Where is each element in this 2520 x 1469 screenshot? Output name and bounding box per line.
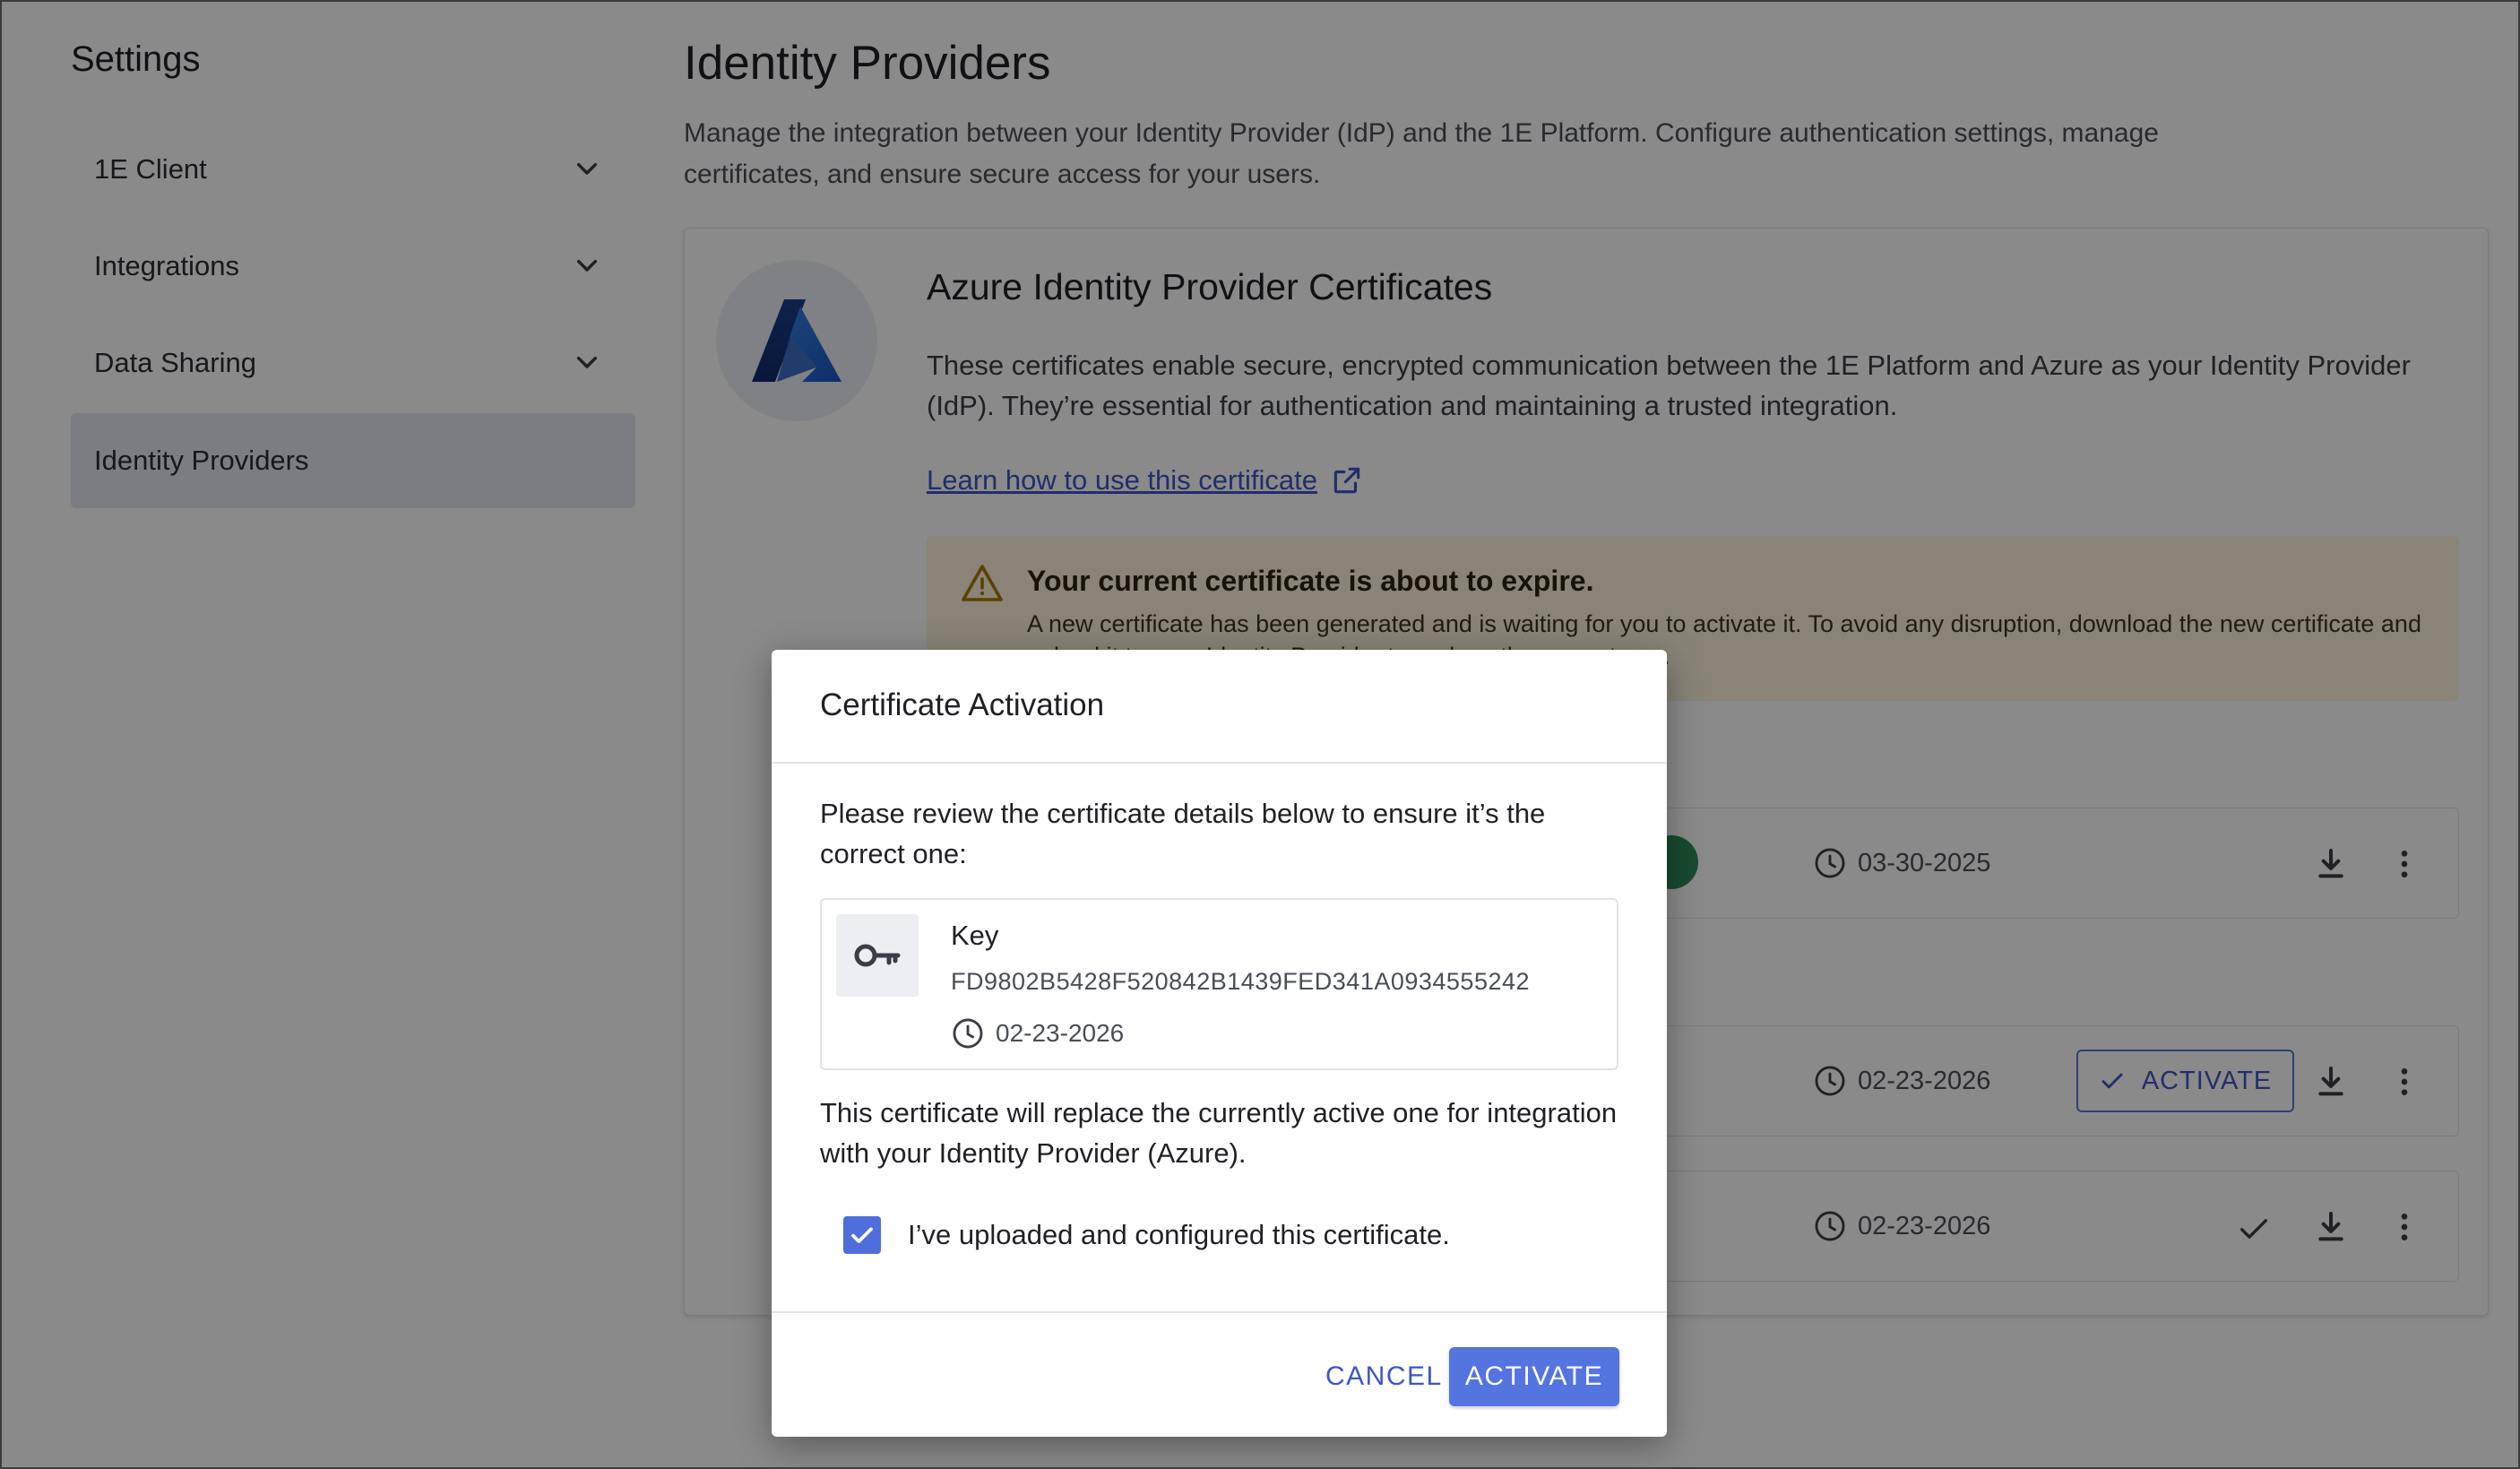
confirm-checkbox-label: I’ve uploaded and configured this certif…: [908, 1219, 1450, 1250]
dialog-replace-text: This certificate will replace the curren…: [820, 1097, 1618, 1169]
certificate-date: 02-23-2026: [951, 1016, 1124, 1050]
dialog-divider: [772, 762, 1667, 764]
confirm-checkbox[interactable]: [843, 1216, 881, 1254]
dialog-title: Certificate Activation: [820, 687, 1105, 722]
cancel-button[interactable]: CANCEL: [1309, 1347, 1459, 1406]
dialog-intro: Please review the certificate details be…: [820, 798, 1546, 869]
activate-button[interactable]: ACTIVATE: [1449, 1347, 1619, 1406]
certificate-activation-dialog: Certificate Activation Please review the…: [772, 650, 1667, 1437]
certificate-details: Key FD9802B5428F520842B1439FED341A093455…: [820, 898, 1618, 1070]
clock-icon: [953, 1018, 983, 1049]
checkmark-icon: [851, 1227, 873, 1243]
key-tile: [836, 914, 919, 997]
certificate-thumbprint: FD9802B5428F520842B1439FED341A0934555242: [951, 968, 1531, 995]
confirm-checkbox-row[interactable]: I’ve uploaded and configured this certif…: [843, 1216, 1450, 1254]
dialog-footer-divider: [772, 1311, 1667, 1313]
certificate-label: Key: [951, 920, 999, 951]
key-icon: [854, 944, 901, 967]
